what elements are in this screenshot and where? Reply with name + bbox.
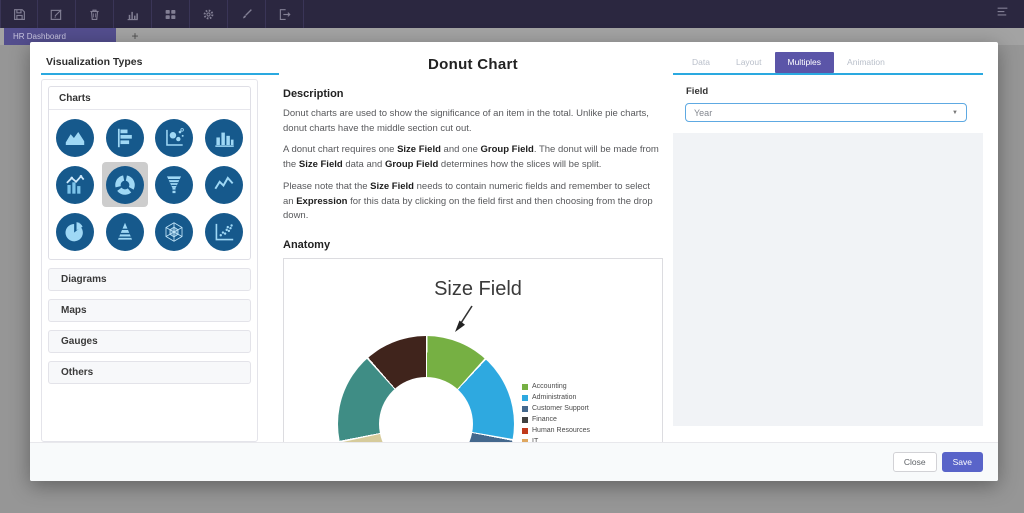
description-paragraph: Please note that the Size Field needs to… bbox=[283, 180, 663, 224]
description-paragraph: A donut chart requires one Size Field an… bbox=[283, 143, 663, 172]
legend-label: Customer Support bbox=[532, 405, 589, 412]
field-select-value: Year bbox=[694, 108, 952, 118]
tab-animation[interactable]: Animation bbox=[834, 52, 898, 73]
list-icon bbox=[995, 4, 1010, 24]
visualization-dialog: Visualization Types Charts Diagrams Maps G… bbox=[30, 42, 998, 481]
legend-swatch bbox=[522, 384, 528, 390]
description-heading: Description bbox=[283, 88, 663, 100]
legend-item: Administration bbox=[522, 392, 590, 403]
legend-swatch bbox=[522, 417, 528, 423]
legend-item: Accounting bbox=[522, 381, 590, 392]
tab-multiples[interactable]: Multiples bbox=[775, 52, 835, 73]
chart-type-funnel-chart[interactable] bbox=[151, 162, 197, 207]
scatter-chart-icon bbox=[205, 213, 243, 251]
trash-icon bbox=[87, 7, 102, 22]
bubble-chart-icon bbox=[155, 119, 193, 157]
legend-swatch bbox=[522, 406, 528, 412]
legend-item: Human Resources bbox=[522, 425, 590, 436]
legend-item: Finance bbox=[522, 414, 590, 425]
save-icon bbox=[12, 7, 27, 22]
page-title: Donut Chart bbox=[283, 56, 663, 73]
save-button[interactable] bbox=[0, 0, 38, 28]
grid-button[interactable] bbox=[152, 0, 190, 28]
charts-section: Charts bbox=[48, 86, 251, 260]
gear-icon bbox=[201, 7, 216, 22]
grid-icon bbox=[163, 7, 178, 22]
pyramid-chart-icon bbox=[106, 213, 144, 251]
field-select[interactable]: Year ▼ bbox=[685, 103, 967, 122]
area-chart-icon bbox=[56, 119, 94, 157]
chevron-down-icon: ▼ bbox=[952, 110, 958, 116]
chart-type-combo-chart[interactable] bbox=[52, 162, 98, 207]
collapsed-sections: Diagrams Maps Gauges Others bbox=[48, 268, 251, 384]
description-text: Donut charts are used to show the signif… bbox=[283, 107, 663, 224]
settings-tabs: DataLayoutMultiplesAnimation bbox=[673, 46, 983, 75]
charts-section-header[interactable]: Charts bbox=[49, 87, 250, 110]
legend-label: Administration bbox=[532, 394, 576, 401]
horizontal-bar-chart-icon bbox=[106, 119, 144, 157]
legend-item: Customer Support bbox=[522, 403, 590, 414]
chart-type-grid bbox=[49, 110, 250, 259]
sign-out-button[interactable] bbox=[266, 0, 304, 28]
radar-chart-icon bbox=[155, 213, 193, 251]
chart-type-column-chart[interactable] bbox=[201, 115, 247, 160]
combo-chart-icon bbox=[56, 166, 94, 204]
close-button[interactable]: Close bbox=[893, 452, 937, 472]
line-chart-icon bbox=[205, 166, 243, 204]
top-toolbar bbox=[0, 0, 1024, 28]
chart-type-bubble-chart[interactable] bbox=[151, 115, 197, 160]
bar-chart-icon bbox=[125, 7, 140, 22]
visualization-types-panel: Visualization Types Charts Diagrams Maps G… bbox=[40, 42, 282, 442]
legend-label: Finance bbox=[532, 416, 557, 423]
legend-label: Accounting bbox=[532, 383, 567, 390]
brush-button[interactable] bbox=[228, 0, 266, 28]
callout-arrow-icon bbox=[450, 305, 476, 335]
chart-type-scatter-chart[interactable] bbox=[201, 209, 247, 254]
column-chart-icon bbox=[205, 119, 243, 157]
section-diagrams[interactable]: Diagrams bbox=[48, 268, 251, 291]
pie-chart-icon bbox=[56, 213, 94, 251]
description-paragraph: Donut charts are used to show the signif… bbox=[283, 107, 663, 136]
edit-button[interactable] bbox=[38, 0, 76, 28]
chart-type-donut-chart[interactable] bbox=[102, 162, 148, 207]
chart-type-pyramid-chart[interactable] bbox=[102, 209, 148, 254]
legend-swatch bbox=[522, 428, 528, 434]
visualization-types-card: Charts Diagrams Maps Gauges Others bbox=[41, 79, 258, 442]
tab-layout[interactable]: Layout bbox=[723, 52, 775, 73]
field-label: Field bbox=[686, 86, 983, 97]
chart-type-pie-chart[interactable] bbox=[52, 209, 98, 254]
sign-out-icon bbox=[277, 7, 292, 22]
save-button[interactable]: Save bbox=[942, 452, 983, 472]
tab-data[interactable]: Data bbox=[679, 52, 723, 73]
toolbar-right-button[interactable] bbox=[989, 4, 1015, 24]
size-field-callout-label: Size Field bbox=[434, 278, 522, 301]
chart-type-horizontal-bar-chart[interactable] bbox=[102, 115, 148, 160]
section-others[interactable]: Others bbox=[48, 361, 251, 384]
chart-type-area-chart[interactable] bbox=[52, 115, 98, 160]
chart-type-line-chart[interactable] bbox=[201, 162, 247, 207]
list-icon bbox=[995, 4, 1010, 19]
chart-type-radar-chart[interactable] bbox=[151, 209, 197, 254]
funnel-chart-icon bbox=[155, 166, 193, 204]
trash-button[interactable] bbox=[76, 0, 114, 28]
bar-chart-button[interactable] bbox=[114, 0, 152, 28]
toolbar-icons bbox=[0, 0, 304, 28]
legend-label: Human Resources bbox=[532, 427, 590, 434]
donut-chart-icon bbox=[106, 166, 144, 204]
panel-title-underline bbox=[41, 73, 279, 75]
chart-settings-panel: DataLayoutMultiplesAnimation Field Year … bbox=[673, 46, 983, 426]
section-maps[interactable]: Maps bbox=[48, 299, 251, 322]
chart-info-panel: Donut Chart Description Donut charts are… bbox=[283, 42, 663, 476]
brush-icon bbox=[239, 7, 254, 22]
section-gauges[interactable]: Gauges bbox=[48, 330, 251, 353]
gear-button[interactable] bbox=[190, 0, 228, 28]
legend-swatch bbox=[522, 395, 528, 401]
dialog-footer: Close Save bbox=[30, 442, 998, 481]
panel-title: Visualization Types bbox=[46, 56, 282, 68]
settings-panel-body bbox=[673, 133, 983, 426]
edit-icon bbox=[49, 7, 64, 22]
anatomy-heading: Anatomy bbox=[283, 239, 663, 251]
